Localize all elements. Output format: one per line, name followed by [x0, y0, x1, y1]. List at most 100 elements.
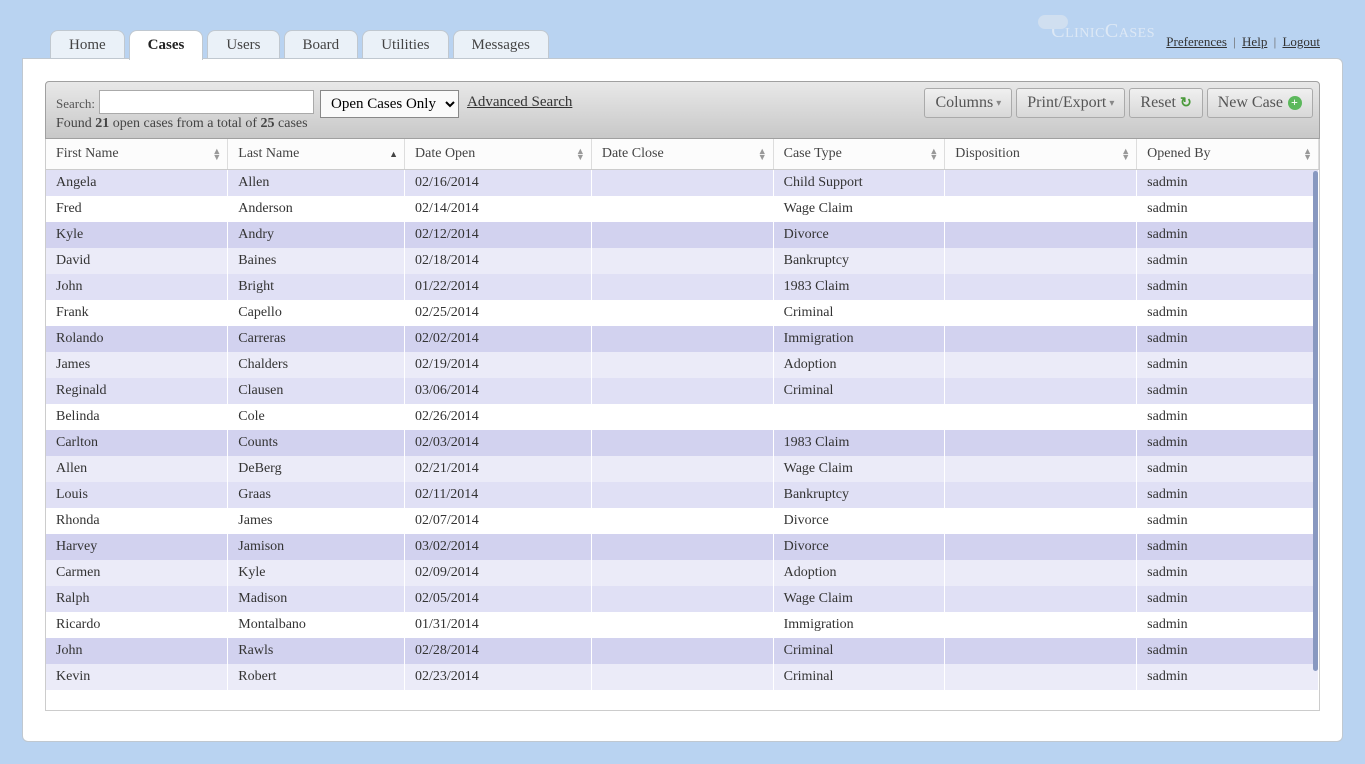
results-count: Found 21 open cases from a total of 25 c…: [56, 116, 308, 132]
sort-icon: ▲▼: [212, 148, 221, 160]
cell-first: Frank: [46, 300, 228, 326]
cell-type: Criminal: [773, 300, 945, 326]
print-export-button[interactable]: Print/Export ▾: [1016, 88, 1125, 118]
cell-open: 03/02/2014: [405, 534, 592, 560]
cell-first: Carlton: [46, 430, 228, 456]
cell-close: [591, 300, 773, 326]
cell-last: Allen: [228, 170, 405, 196]
cell-disp: [945, 352, 1137, 378]
cell-by: sadmin: [1137, 456, 1319, 482]
table-row[interactable]: KyleAndry02/12/2014Divorcesadmin: [46, 222, 1319, 248]
cell-first: James: [46, 352, 228, 378]
tab-utilities[interactable]: Utilities: [362, 30, 448, 60]
cell-disp: [945, 456, 1137, 482]
logout-link[interactable]: Logout: [1282, 34, 1320, 49]
table-row[interactable]: RhondaJames02/07/2014Divorcesadmin: [46, 508, 1319, 534]
cell-last: Chalders: [228, 352, 405, 378]
table-row[interactable]: FrankCapello02/25/2014Criminalsadmin: [46, 300, 1319, 326]
brand-logo: ClinicCases: [1038, 20, 1155, 43]
tab-messages[interactable]: Messages: [453, 30, 549, 60]
table-row[interactable]: DavidBaines02/18/2014Bankruptcysadmin: [46, 248, 1319, 274]
cell-open: 02/14/2014: [405, 196, 592, 222]
search-input[interactable]: [99, 90, 314, 114]
cell-disp: [945, 404, 1137, 430]
cell-disp: [945, 430, 1137, 456]
columns-button[interactable]: Columns ▾: [924, 88, 1012, 118]
table-row[interactable]: HarveyJamison03/02/2014Divorcesadmin: [46, 534, 1319, 560]
column-header[interactable]: Opened By▲▼: [1137, 139, 1319, 170]
table-row[interactable]: CarmenKyle02/09/2014Adoptionsadmin: [46, 560, 1319, 586]
cell-open: 02/12/2014: [405, 222, 592, 248]
table-row[interactable]: KevinRobert02/23/2014Criminalsadmin: [46, 664, 1319, 690]
cell-last: Kyle: [228, 560, 405, 586]
cell-close: [591, 274, 773, 300]
cell-open: 02/11/2014: [405, 482, 592, 508]
table-row[interactable]: FredAnderson02/14/2014Wage Claimsadmin: [46, 196, 1319, 222]
cell-open: 02/05/2014: [405, 586, 592, 612]
cell-open: 02/07/2014: [405, 508, 592, 534]
cell-last: Counts: [228, 430, 405, 456]
table-row[interactable]: AngelaAllen02/16/2014Child Supportsadmin: [46, 170, 1319, 196]
cell-type: Immigration: [773, 612, 945, 638]
cell-first: Allen: [46, 456, 228, 482]
sort-icon: ▲▼: [758, 148, 767, 160]
table-row[interactable]: CarltonCounts02/03/20141983 Claimsadmin: [46, 430, 1319, 456]
cell-first: Ralph: [46, 586, 228, 612]
column-header[interactable]: Date Close▲▼: [591, 139, 773, 170]
preferences-link[interactable]: Preferences: [1166, 34, 1227, 49]
table-row[interactable]: ReginaldClausen03/06/2014Criminalsadmin: [46, 378, 1319, 404]
table-row[interactable]: JamesChalders02/19/2014Adoptionsadmin: [46, 352, 1319, 378]
column-header[interactable]: Last Name▲: [228, 139, 405, 170]
reset-button[interactable]: Reset ↻: [1129, 88, 1202, 118]
column-header[interactable]: Date Open▲▼: [405, 139, 592, 170]
table-row[interactable]: JohnBright01/22/20141983 Claimsadmin: [46, 274, 1319, 300]
help-link[interactable]: Help: [1242, 34, 1267, 49]
cell-type: 1983 Claim: [773, 274, 945, 300]
table-row[interactable]: RalphMadison02/05/2014Wage Claimsadmin: [46, 586, 1319, 612]
scrollbar[interactable]: [1313, 171, 1319, 710]
cell-first: Carmen: [46, 560, 228, 586]
table-row[interactable]: RolandoCarreras02/02/2014Immigrationsadm…: [46, 326, 1319, 352]
tab-home[interactable]: Home: [50, 30, 125, 60]
sort-icon: ▲▼: [576, 148, 585, 160]
case-filter-select[interactable]: Open Cases Only: [320, 90, 459, 118]
cell-close: [591, 612, 773, 638]
cell-open: 01/22/2014: [405, 274, 592, 300]
cell-by: sadmin: [1137, 300, 1319, 326]
new-case-button[interactable]: New Case: [1207, 88, 1313, 118]
column-header[interactable]: Case Type▲▼: [773, 139, 945, 170]
header-links: Preferences | Help | Logout: [1166, 34, 1320, 50]
table-row[interactable]: JohnRawls02/28/2014Criminalsadmin: [46, 638, 1319, 664]
sort-icon: ▲▼: [1121, 148, 1130, 160]
tab-board[interactable]: Board: [284, 30, 359, 60]
table-row[interactable]: LouisGraas02/11/2014Bankruptcysadmin: [46, 482, 1319, 508]
cell-disp: [945, 586, 1137, 612]
tab-cases[interactable]: Cases: [129, 30, 204, 60]
column-header[interactable]: First Name▲▼: [46, 139, 228, 170]
cell-type: Bankruptcy: [773, 482, 945, 508]
cell-by: sadmin: [1137, 482, 1319, 508]
cell-last: DeBerg: [228, 456, 405, 482]
cell-by: sadmin: [1137, 196, 1319, 222]
cell-open: 02/26/2014: [405, 404, 592, 430]
tab-users[interactable]: Users: [207, 30, 279, 60]
cell-first: David: [46, 248, 228, 274]
column-header[interactable]: Disposition▲▼: [945, 139, 1137, 170]
table-scroll[interactable]: AngelaAllen02/16/2014Child Supportsadmin…: [46, 170, 1319, 710]
cell-last: Carreras: [228, 326, 405, 352]
cell-by: sadmin: [1137, 638, 1319, 664]
table-row[interactable]: BelindaCole02/26/2014sadmin: [46, 404, 1319, 430]
table-row[interactable]: RicardoMontalbano01/31/2014Immigrationsa…: [46, 612, 1319, 638]
cell-type: Adoption: [773, 560, 945, 586]
cell-close: [591, 586, 773, 612]
cell-disp: [945, 638, 1137, 664]
scrollbar-thumb[interactable]: [1313, 171, 1318, 671]
cell-last: Anderson: [228, 196, 405, 222]
cell-type: Bankruptcy: [773, 248, 945, 274]
advanced-search-link[interactable]: Advanced Search: [467, 94, 572, 111]
table-row[interactable]: AllenDeBerg02/21/2014Wage Claimsadmin: [46, 456, 1319, 482]
cell-open: 02/02/2014: [405, 326, 592, 352]
cell-disp: [945, 560, 1137, 586]
cell-last: Capello: [228, 300, 405, 326]
cell-last: Clausen: [228, 378, 405, 404]
